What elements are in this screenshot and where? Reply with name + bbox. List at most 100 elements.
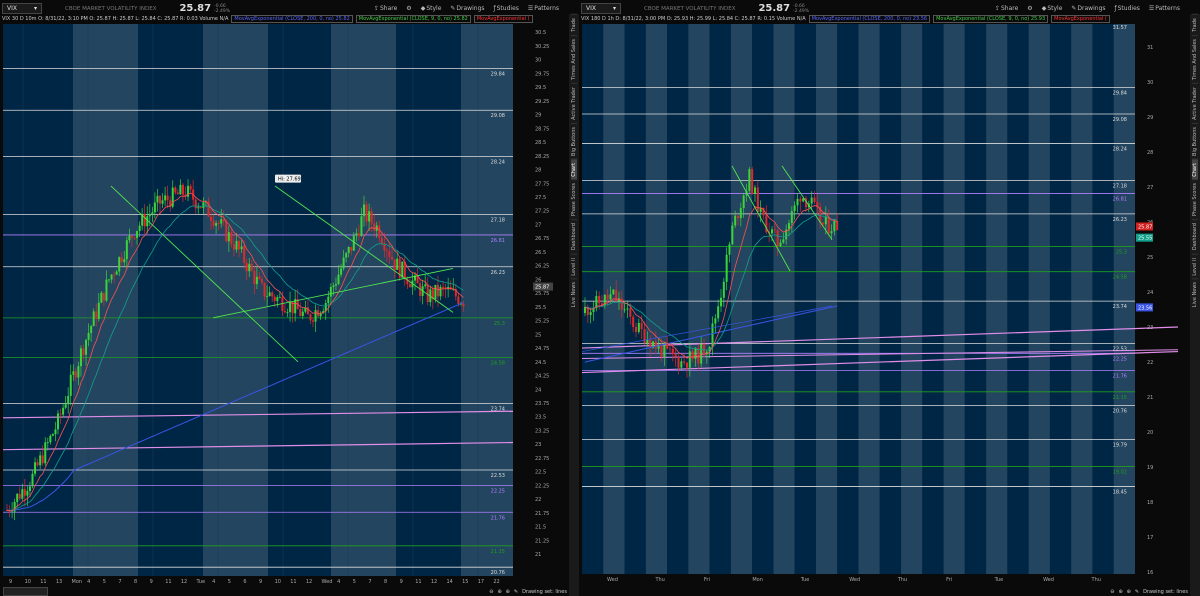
gear-button[interactable]: ⚙	[1027, 5, 1032, 12]
share-button[interactable]: ⇪ Share	[374, 5, 397, 12]
magnify-icon[interactable]: ⊕	[1127, 589, 1131, 595]
side-tab-live-news[interactable]: Live News	[571, 278, 577, 311]
candle-body	[434, 284, 437, 300]
pencil-icon[interactable]: ✎	[514, 589, 518, 595]
x-tick-label: 8	[384, 579, 387, 585]
candle-body	[734, 215, 737, 226]
patterns-button[interactable]: ☰ Patterns	[528, 5, 559, 12]
candle-body	[373, 223, 376, 231]
ma-red-label[interactable]: MovAvgExponential (	[1051, 14, 1110, 23]
style-button[interactable]: ◆ Style	[1042, 5, 1063, 12]
drawing-set-label[interactable]: Drawing set: lines	[1143, 589, 1188, 595]
session-band	[461, 24, 513, 576]
symbol-selector[interactable]: VIX ▾	[2, 3, 42, 14]
bar-info: VIX 30 D 10m O: 8/31/22, 3:10 PM O: 25.8…	[2, 15, 229, 22]
side-tab-chart[interactable]: Chart	[571, 158, 577, 180]
level-label: 27.18	[1113, 184, 1127, 190]
patterns-button[interactable]: ☰ Patterns	[1149, 5, 1180, 12]
candle-body	[700, 344, 703, 364]
candle-body	[115, 271, 118, 275]
candle-body	[462, 303, 465, 307]
candle-body	[340, 268, 343, 275]
symbol-description: CBOE MARKET VOLATILITY INDEX	[65, 5, 157, 12]
side-tab-level-ii[interactable]: Level II	[1192, 253, 1198, 279]
session-band	[331, 24, 396, 576]
side-tab-active-trader[interactable]: Active Trader	[571, 82, 577, 123]
x-tick-label: 4	[337, 579, 340, 585]
session-band	[1028, 24, 1050, 574]
side-tab-level-ii[interactable]: Level II	[571, 253, 577, 279]
candle-body	[44, 442, 47, 464]
x-tick-label: Wed	[849, 577, 860, 583]
candle-body	[660, 344, 663, 357]
side-tab-big-buttons[interactable]: Big Buttons	[571, 122, 577, 159]
zoom-out-icon[interactable]: ⊖	[1110, 589, 1114, 595]
ma-200-label[interactable]: MovAvgExponential (CLOSE, 200, 0, no) 25…	[231, 14, 353, 23]
symbol-selector[interactable]: VIX ▾	[581, 3, 621, 14]
price-change: -0.66 -2.49%	[214, 3, 231, 14]
studies-button[interactable]: ƒ Studies	[494, 5, 519, 12]
pencil-icon[interactable]: ✎	[1135, 589, 1139, 595]
candle-body	[59, 413, 62, 415]
ma-200-label[interactable]: MovAvgExponential (CLOSE, 200, 0, no) 23…	[808, 14, 931, 23]
candle-body	[11, 511, 14, 513]
magnify-icon[interactable]: ⊕	[506, 589, 510, 595]
candle-body	[720, 297, 722, 307]
candle-body	[148, 214, 151, 217]
candle-body	[334, 284, 337, 286]
candle-body	[108, 279, 110, 281]
side-tab-active-trader[interactable]: Active Trader	[1192, 82, 1198, 123]
candle-body	[261, 278, 263, 283]
side-tab-times-and-sales[interactable]: Times And Sales	[571, 34, 577, 83]
y-tick-label: 30.25	[535, 44, 549, 50]
gear-icon: ⚙	[406, 5, 412, 12]
zoom-in-icon[interactable]: ⊕	[1118, 589, 1122, 595]
x-tick-label: 5	[103, 579, 106, 585]
side-tab-big-buttons[interactable]: Big Buttons	[1192, 122, 1198, 159]
drawings-button[interactable]: ✎ Drawings	[450, 5, 484, 12]
candle-body	[728, 244, 731, 255]
right-price-chart[interactable]: 3130292827262524232221201918171631.5729.…	[582, 24, 1178, 586]
ma-red-label[interactable]: MovAvgExponential (	[473, 14, 533, 23]
candle-body	[643, 329, 646, 344]
side-tab-times-and-sales[interactable]: Times And Sales	[1192, 34, 1198, 83]
side-tab-dashboard[interactable]: Dashboard	[571, 219, 577, 254]
x-tick-label: 12	[431, 579, 437, 585]
style-button[interactable]: ◆ Style	[421, 5, 442, 12]
x-tick-label: 15	[462, 579, 468, 585]
side-tab-phase-scores[interactable]: Phase Scores	[1192, 179, 1198, 220]
candle-body	[125, 240, 128, 260]
left-price-chart[interactable]: 30.5 30.25 30 29.75 29.5 29.25 29 28.75 28.5 28.2…	[3, 24, 553, 586]
candle-body	[118, 257, 121, 272]
drawing-set-label[interactable]: Drawing set: lines	[522, 589, 567, 595]
side-tab-phase-scores[interactable]: Phase Scores	[571, 179, 577, 220]
drawings-button[interactable]: ✎ Drawings	[1071, 5, 1105, 12]
right-info-row: VIX 180 D 1h D: 8/31/22, 3:00 PM O: 25.9…	[581, 14, 1180, 23]
y-tick-label: 22.75	[535, 456, 549, 462]
share-button[interactable]: ⇪ Share	[995, 5, 1018, 12]
side-tab-trade[interactable]: Trade	[1192, 14, 1198, 35]
side-tab-trade[interactable]: Trade	[571, 14, 577, 35]
candle-body	[584, 306, 586, 314]
side-tab-chart[interactable]: Chart	[1192, 158, 1198, 180]
session-band	[986, 24, 1008, 574]
zoom-in-icon[interactable]: ⊕	[497, 589, 501, 595]
studies-button[interactable]: ƒ Studies	[1115, 5, 1140, 12]
patterns-icon: ☰	[527, 5, 534, 12]
zoom-out-icon[interactable]: ⊖	[489, 589, 493, 595]
candle-body	[683, 361, 686, 363]
y-tick-label: 21.75	[535, 511, 549, 517]
gear-button[interactable]: ⚙	[406, 5, 411, 12]
level-label: 27.18	[491, 218, 505, 224]
y-tick-label: 22	[1147, 360, 1153, 366]
y-tick-label: 30	[1147, 80, 1153, 86]
side-tab-live-news[interactable]: Live News	[1192, 278, 1198, 311]
ma-9-label[interactable]: MovAvgExponential (CLOSE, 9, 0, no) 25.8…	[355, 14, 471, 23]
candle-body	[248, 263, 251, 272]
candle-body	[347, 246, 350, 254]
last-price-tag-label: 25.87	[535, 285, 549, 291]
candle-body	[215, 223, 218, 226]
candle-body	[677, 356, 680, 368]
side-tab-dashboard[interactable]: Dashboard	[1192, 219, 1198, 254]
ma-9-label[interactable]: MovAvgExponential (CLOSE, 9, 0, no) 25.9…	[933, 14, 1049, 23]
